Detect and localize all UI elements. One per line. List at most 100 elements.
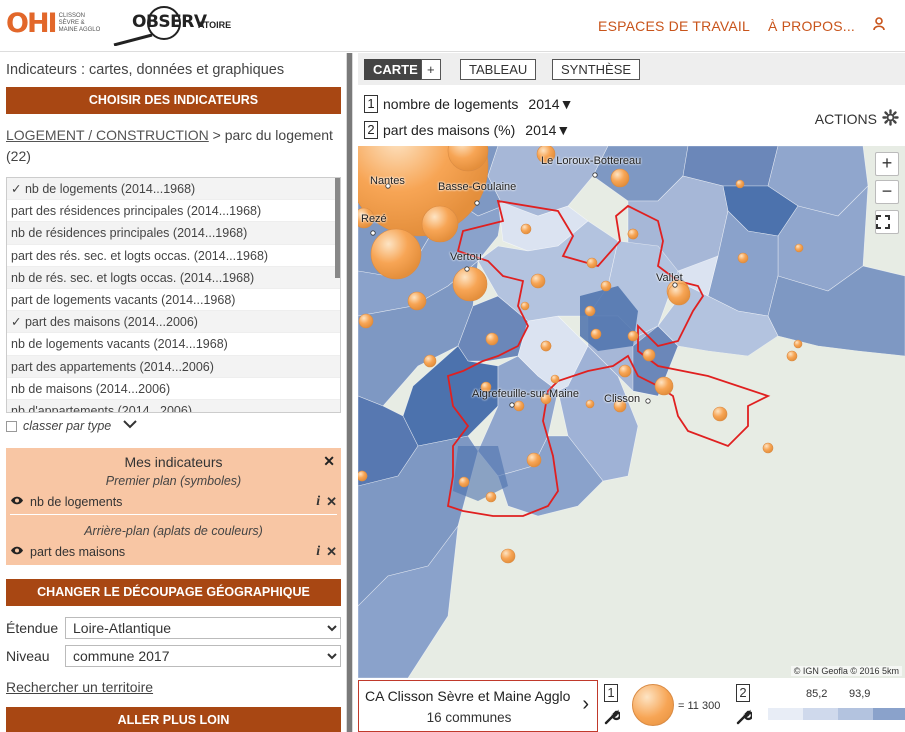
right-panel: CARTE + TABLEAU SYNTHÈSE 1 nombre de log… [358, 53, 905, 732]
map-attribution: © IGN Geofla © 2016 5km [790, 666, 902, 676]
indicator-1-label: nombre de logements [383, 96, 519, 112]
year-dropdown-1[interactable]: 2014▼ [528, 96, 573, 112]
wrench-icon[interactable] [736, 709, 754, 730]
nav-a-propos[interactable]: À PROPOS... [768, 18, 855, 34]
symbol-bubble [370, 228, 422, 280]
premier-plan-indicator-label: nb de logements [30, 495, 123, 509]
place-label: Le Loroux-Bottereau [541, 155, 642, 167]
territory-count: 16 communes [426, 710, 512, 725]
panel-splitter[interactable] [346, 53, 353, 732]
chevron-down-icon[interactable] [123, 420, 137, 432]
eye-icon[interactable] [10, 546, 24, 558]
legend-swatch [768, 708, 803, 720]
symbol-bubble [618, 364, 632, 378]
symbol-bubble [458, 476, 470, 488]
classer-checkbox[interactable] [6, 420, 17, 432]
remove-icon[interactable]: ✕ [326, 494, 337, 510]
town-dot [645, 398, 651, 404]
divider [10, 514, 337, 515]
remove-icon[interactable]: ✕ [326, 544, 337, 560]
add-map-button[interactable]: + [421, 59, 441, 80]
symbol-bubble [586, 257, 598, 269]
zoom-out-button[interactable]: − [875, 180, 899, 204]
user-icon[interactable] [873, 17, 885, 34]
place-label: Clisson [604, 393, 641, 405]
place-label: Vertou [450, 251, 482, 263]
indicator-item[interactable]: part des appartements (2014...2006) [7, 355, 340, 378]
choose-indicators-button[interactable]: CHOISIR DES INDICATEURS [6, 87, 341, 114]
year-dropdown-2[interactable]: 2014▼ [525, 122, 570, 138]
legend-swatch [838, 708, 873, 720]
indicator-item[interactable]: nb de logements vacants (2014...1968) [7, 333, 340, 356]
territory-card[interactable]: CA Clisson Sèvre et Maine Agglo 16 commu… [358, 680, 598, 732]
ohi-logo-subtitle: Clisson Sèvre & Maine Agglo [58, 13, 101, 33]
symbol-bubble [520, 223, 532, 235]
symbol-bubble [485, 332, 499, 346]
town-dot [464, 266, 470, 272]
indicator-item[interactable]: nb de résidences principales (2014...196… [7, 222, 340, 245]
app-root: OHI Clisson Sèvre & Maine Agglo OBSERV A… [0, 0, 905, 732]
town-dot [592, 172, 598, 178]
indicator-item[interactable]: nb d'appartements (2014...2006) [7, 399, 340, 412]
niveau-select[interactable]: commune 2017 [65, 645, 341, 667]
indicator-list[interactable]: ✓ nb de logements (2014...1968) part des… [6, 177, 341, 413]
map-svg[interactable] [358, 146, 905, 678]
rechercher-territoire-link[interactable]: Rechercher un territoire [6, 679, 153, 695]
map-canvas[interactable]: Nantes Basse-Goulaine Le Loroux-Botterea… [358, 146, 905, 678]
close-icon[interactable]: ✕ [323, 453, 335, 470]
legend-swatch [873, 708, 905, 720]
aller-plus-loin-button[interactable]: ALLER PLUS LOIN [6, 707, 341, 732]
breadcrumb-theme-link[interactable]: LOGEMENT / CONSTRUCTION [6, 127, 209, 143]
classer-par-type-toggle[interactable]: classer par type [6, 419, 137, 433]
place-label: Rezé [361, 213, 387, 225]
zoom-in-button[interactable]: + [875, 152, 899, 176]
legend-bubble-value: = 11 300 [678, 700, 721, 712]
chevron-right-icon[interactable]: › [582, 693, 589, 716]
actions-menu[interactable]: ACTIONS [815, 109, 899, 129]
etendue-select[interactable]: Loire-Atlantique [65, 617, 341, 639]
indicator-2-label: part des maisons (%) [383, 122, 516, 138]
symbol-bubble [550, 374, 560, 384]
symbol-bubble [794, 243, 804, 253]
splitter-grip[interactable] [347, 53, 352, 732]
indicator-item[interactable]: part des résidences principales (2014...… [7, 200, 340, 223]
nav-espaces-de-travail[interactable]: ESPACES DE TRAVAIL [598, 18, 750, 34]
niveau-row: Niveau commune 2017 [6, 645, 341, 667]
symbol-bubble [500, 548, 516, 564]
info-icon[interactable]: i [316, 544, 320, 560]
list-scrollbar[interactable] [335, 178, 340, 278]
wrench-icon[interactable] [604, 709, 622, 730]
tab-tableau[interactable]: TABLEAU [460, 59, 537, 80]
indicator-item[interactable]: nb de maisons (2014...2006) [7, 378, 340, 400]
gear-icon[interactable] [882, 109, 899, 129]
legend-tick: 93,9 [849, 688, 871, 700]
change-decoupage-button[interactable]: CHANGER LE DÉCOUPAGE GÉOGRAPHIQUE [6, 579, 341, 606]
ohi-logo-mark: OHI [6, 8, 58, 39]
symbol-bubble [526, 452, 542, 468]
legend-tick: 85,2 [806, 688, 828, 700]
etendue-row: Étendue Loire-Atlantique [6, 617, 341, 639]
indicator-item[interactable]: ✓ nb de logements (2014...1968) [7, 178, 340, 201]
view-tabs: CARTE + TABLEAU SYNTHÈSE [358, 53, 905, 85]
fullscreen-icon[interactable] [875, 210, 899, 234]
observatoire-logo[interactable]: OBSERV ATOIRE [112, 6, 237, 46]
indicator-item[interactable]: nb de rés. sec. et logts occas. (2014...… [7, 266, 340, 289]
indicator-item[interactable]: ✓ part des maisons (2014...2006) [7, 311, 340, 334]
eye-icon[interactable] [10, 496, 24, 508]
place-label: Vallet [656, 272, 683, 284]
info-icon[interactable]: i [316, 494, 320, 510]
ohi-logo[interactable]: OHI Clisson Sèvre & Maine Agglo [6, 10, 104, 37]
top-nav: ESPACES DE TRAVAIL À PROPOS... [598, 17, 885, 34]
place-label: Nantes [370, 175, 405, 187]
indicator-selector-2: 2 part des maisons (%) 2014▼ [364, 121, 570, 139]
symbol-bubble [737, 252, 749, 264]
indicator-item[interactable]: part de logements vacants (2014...1968) [7, 289, 340, 312]
actions-label: ACTIONS [814, 111, 877, 127]
symbol-bubble [585, 399, 595, 409]
symbol-bubble [735, 179, 745, 189]
tab-carte[interactable]: CARTE [364, 59, 427, 80]
indicator-item[interactable]: part des rés. sec. et logts occas. (2014… [7, 245, 340, 267]
symbol-bubble [793, 339, 803, 349]
arriere-plan-indicator: part des maisons i ✕ [10, 544, 337, 560]
tab-synthese[interactable]: SYNTHÈSE [552, 59, 641, 80]
